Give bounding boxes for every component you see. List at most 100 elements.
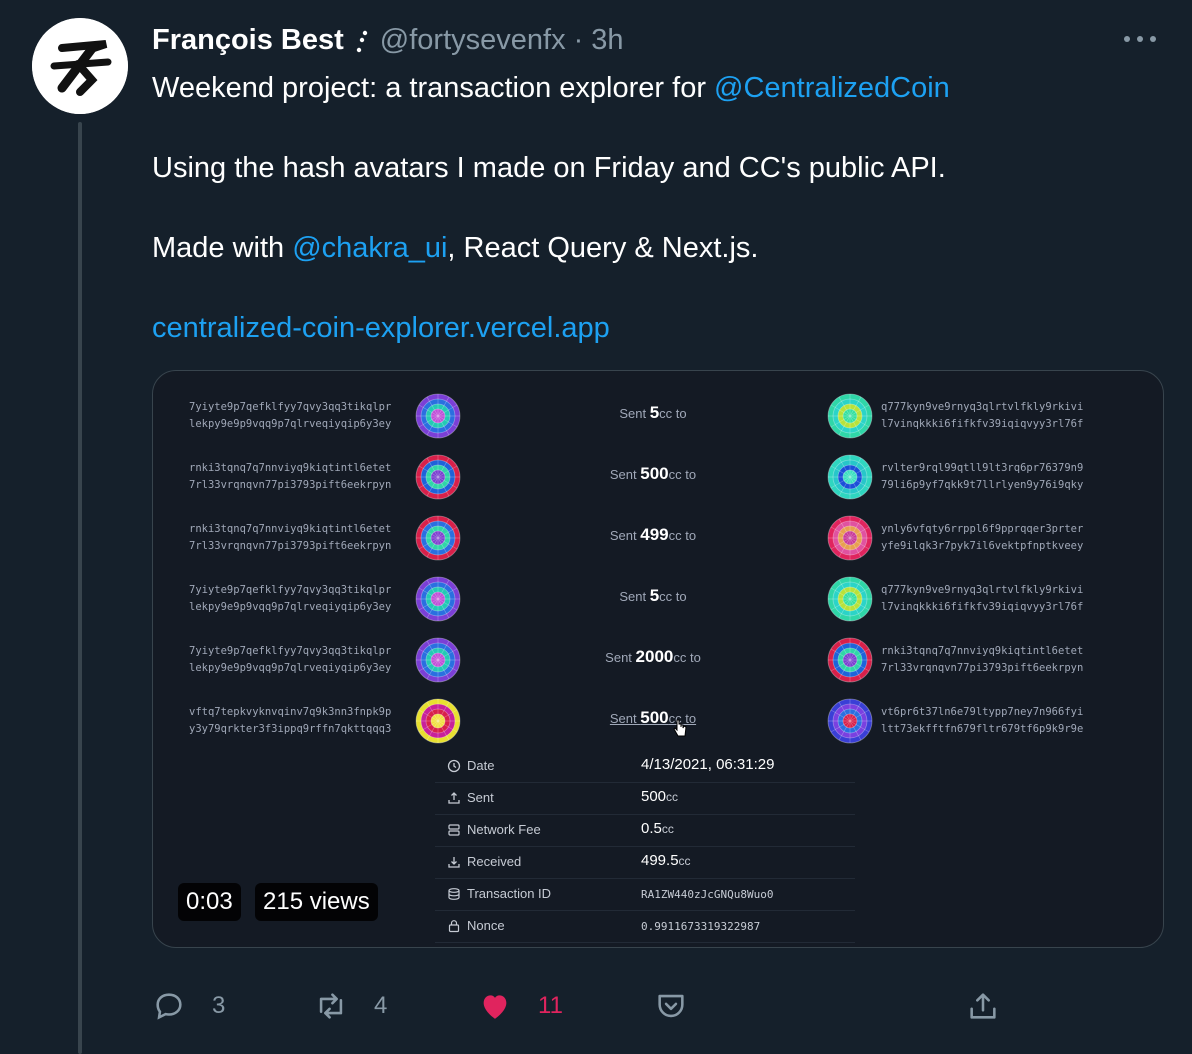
sender-hash-avatar[interactable]	[415, 393, 461, 439]
separator-dot: ·	[573, 23, 584, 56]
sent-label: Sent	[605, 650, 636, 665]
sent-label: Sent	[619, 406, 650, 421]
address-line: rnki3tqnq7q7nnviyq9kiqtintl6etet	[881, 645, 1084, 657]
more-dot	[1137, 36, 1143, 42]
detail-label: Transaction ID	[467, 886, 552, 901]
recipient-hash-avatar[interactable]	[827, 515, 873, 561]
database-icon	[447, 887, 461, 901]
author-avatar[interactable]	[32, 18, 128, 114]
explorer-link[interactable]: centralized-coin-explorer.vercel.app	[152, 312, 610, 344]
sent-amount[interactable]: Sent 2000cc to	[533, 647, 773, 667]
unit-text: cc	[661, 822, 674, 836]
recipient-hash-avatar[interactable]	[827, 637, 873, 683]
sender-address[interactable]: 7yiyte9p7qefklfyy7qvy3qq3tikqlpr lekpy9e9…	[189, 582, 391, 616]
detail-row-sent: Sent 500cc	[435, 783, 855, 815]
reply-button[interactable]: 3	[152, 984, 225, 1028]
address-line: yfe9ilqk3r7pyk7il6vektpfnptkveey	[881, 540, 1084, 552]
recipient-address[interactable]: rnki3tqnq7q7nnviyq9kiqtintl6etet 7rl33vrq…	[881, 643, 1083, 677]
recipient-hash-avatar[interactable]	[827, 454, 873, 500]
sender-hash-avatar[interactable]	[415, 698, 461, 744]
sent-amount[interactable]: Sent 5cc to	[533, 586, 773, 606]
address-line: vt6pr6t37ln6e79ltypp7ney7n966fyi	[881, 706, 1084, 718]
detail-label: Sent	[467, 790, 494, 805]
sent-amount[interactable]: Sent 500cc to	[533, 708, 773, 728]
tweet-text: , React Query & Next.js.	[447, 232, 759, 264]
unit-label: cc to	[659, 406, 687, 421]
address-line: q777kyn9ve9rnyq3qlrtvlfkly9rkivi	[881, 584, 1084, 596]
address-line: 7rl33vrqnqvn77pi3793pift6eekrpyn	[189, 540, 392, 552]
author-handle[interactable]: @fortysevenfx	[380, 24, 566, 57]
mention-centralizedcoin[interactable]: @CentralizedCoin	[714, 72, 950, 104]
recipient-hash-avatar[interactable]	[827, 698, 873, 744]
video-views: 215 views	[255, 883, 378, 921]
address-line: 7yiyte9p7qefklfyy7qvy3qq3tikqlpr	[189, 645, 392, 657]
retweet-icon	[319, 993, 343, 1019]
amount-value: 500	[640, 708, 669, 727]
recipient-address[interactable]: vt6pr6t37ln6e79ltypp7ney7n966fyi ltt73ekf…	[881, 704, 1083, 738]
address-line: 7yiyte9p7qefklfyy7qvy3qq3tikqlpr	[189, 401, 392, 413]
transaction-row[interactable]: 7yiyte9p7qefklfyy7qvy3qq3tikqlpr lekpy9e9…	[153, 572, 1163, 626]
address-line: y3y79qrkter3f3ippq9rffn7qkttqqq3	[189, 723, 392, 735]
address-line: lekpy9e9p9vqq9p7qlrveqiyqip6y3ey	[189, 418, 392, 430]
video-player[interactable]: 7yiyte9p7qefklfyy7qvy3qq3tikqlpr lekpy9e9…	[152, 370, 1164, 948]
like-count: 11	[538, 992, 563, 1019]
transaction-row[interactable]: rnki3tqnq7q7nnviyq9kiqtintl6etet 7rl33vrq…	[153, 511, 1163, 565]
sent-amount[interactable]: Sent 500cc to	[533, 464, 773, 484]
sender-hash-avatar[interactable]	[415, 576, 461, 622]
reply-count: 3	[212, 992, 226, 1019]
tweet-text-line-1: Weekend project: a transaction explorer …	[152, 70, 950, 106]
retweet-button[interactable]: 4	[314, 984, 387, 1028]
sender-hash-avatar[interactable]	[415, 454, 461, 500]
unit-label: cc to	[668, 528, 697, 543]
sender-hash-avatar[interactable]	[415, 515, 461, 561]
tweet-time[interactable]: 3h	[591, 24, 623, 57]
recipient-address[interactable]: q777kyn9ve9rnyq3qlrtvlfkly9rkivi l7vinqkk…	[881, 582, 1083, 616]
detail-value: 4/13/2021, 06:31:29	[641, 756, 774, 773]
transaction-row[interactable]: 7yiyte9p7qefklfyy7qvy3qq3tikqlpr lekpy9e9…	[153, 633, 1163, 687]
amount-value: 5	[649, 403, 660, 422]
more-options-button[interactable]	[1120, 24, 1160, 52]
address-line: q777kyn9ve9rnyq3qlrtvlfkly9rkivi	[881, 401, 1084, 413]
more-dot	[1124, 36, 1130, 42]
address-line: rnki3tqnq7q7nnviyq9kiqtintl6etet	[189, 523, 392, 535]
recipient-address[interactable]: rvlter9rql99qtll9lt3rq6pr76379n9 79li6p9y…	[881, 460, 1083, 494]
like-button[interactable]: 11	[478, 984, 563, 1028]
author-name[interactable]: François Best	[152, 24, 344, 57]
recipient-address[interactable]: ynly6vfqty6rrppl6f9pprqqer3prter yfe9ilqk…	[881, 521, 1083, 555]
bookmark-button[interactable]	[654, 984, 688, 1028]
address-line: lekpy9e9p9vqq9p7qlrveqiyqip6y3ey	[189, 662, 392, 674]
detail-value[interactable]: RA1ZW440zJcGNQu8Wuo0	[641, 888, 773, 901]
sender-address[interactable]: vftq7tepkvyknvqinv7q9k3nn3fnpk9p y3y79qrk…	[189, 704, 391, 738]
address-line: l7vinqkkki6fifkfv39iqiqvyy3rl76f	[881, 601, 1084, 613]
detail-label: Nonce	[467, 918, 505, 933]
recipient-address[interactable]: q777kyn9ve9rnyq3qlrtvlfkly9rkivi l7vinqkk…	[881, 399, 1083, 433]
heart-icon	[483, 995, 507, 1019]
sender-hash-avatar[interactable]	[415, 637, 461, 683]
detail-label: Network Fee	[467, 822, 541, 837]
address-line: 7yiyte9p7qefklfyy7qvy3qq3tikqlpr	[189, 584, 392, 596]
dotted-badge-icon	[356, 30, 367, 53]
recipient-hash-avatar[interactable]	[827, 576, 873, 622]
sent-amount[interactable]: Sent 499cc to	[533, 525, 773, 545]
sent-label: Sent	[609, 467, 641, 482]
mention-chakra-ui[interactable]: @chakra_ui	[292, 232, 447, 264]
transaction-row[interactable]: vftq7tepkvyknvqinv7q9k3nn3fnpk9p y3y79qrk…	[153, 694, 1163, 748]
sender-address[interactable]: 7yiyte9p7qefklfyy7qvy3qq3tikqlpr lekpy9e9…	[189, 643, 391, 677]
sender-address[interactable]: rnki3tqnq7q7nnviyq9kiqtintl6etet 7rl33vrq…	[189, 460, 391, 494]
recipient-hash-avatar[interactable]	[827, 393, 873, 439]
unit-label: cc to	[668, 467, 697, 482]
value-text: RA1ZW440zJcGNQu8Wuo0	[641, 888, 774, 901]
value-text: 500	[641, 788, 667, 805]
sender-address[interactable]: rnki3tqnq7q7nnviyq9kiqtintl6etet 7rl33vrq…	[189, 521, 391, 555]
unit-label: cc to	[659, 589, 687, 604]
retweet-count: 4	[374, 992, 388, 1019]
tweet-text: Made with	[152, 232, 293, 264]
transaction-row[interactable]: rnki3tqnq7q7nnviyq9kiqtintl6etet 7rl33vrq…	[153, 450, 1163, 504]
transaction-row[interactable]: 7yiyte9p7qefklfyy7qvy3qq3tikqlpr lekpy9e9…	[153, 389, 1163, 443]
detail-value[interactable]: 0.9911673319322987	[641, 920, 760, 933]
address-line: ltt73ekfftfn679fltr679tf6p9k9r9e	[881, 723, 1084, 735]
sender-address[interactable]: 7yiyte9p7qefklfyy7qvy3qq3tikqlpr lekpy9e9…	[189, 399, 391, 433]
value-text: 0.5	[641, 820, 662, 837]
sent-amount[interactable]: Sent 5cc to	[533, 403, 773, 423]
share-button[interactable]	[966, 984, 1000, 1028]
